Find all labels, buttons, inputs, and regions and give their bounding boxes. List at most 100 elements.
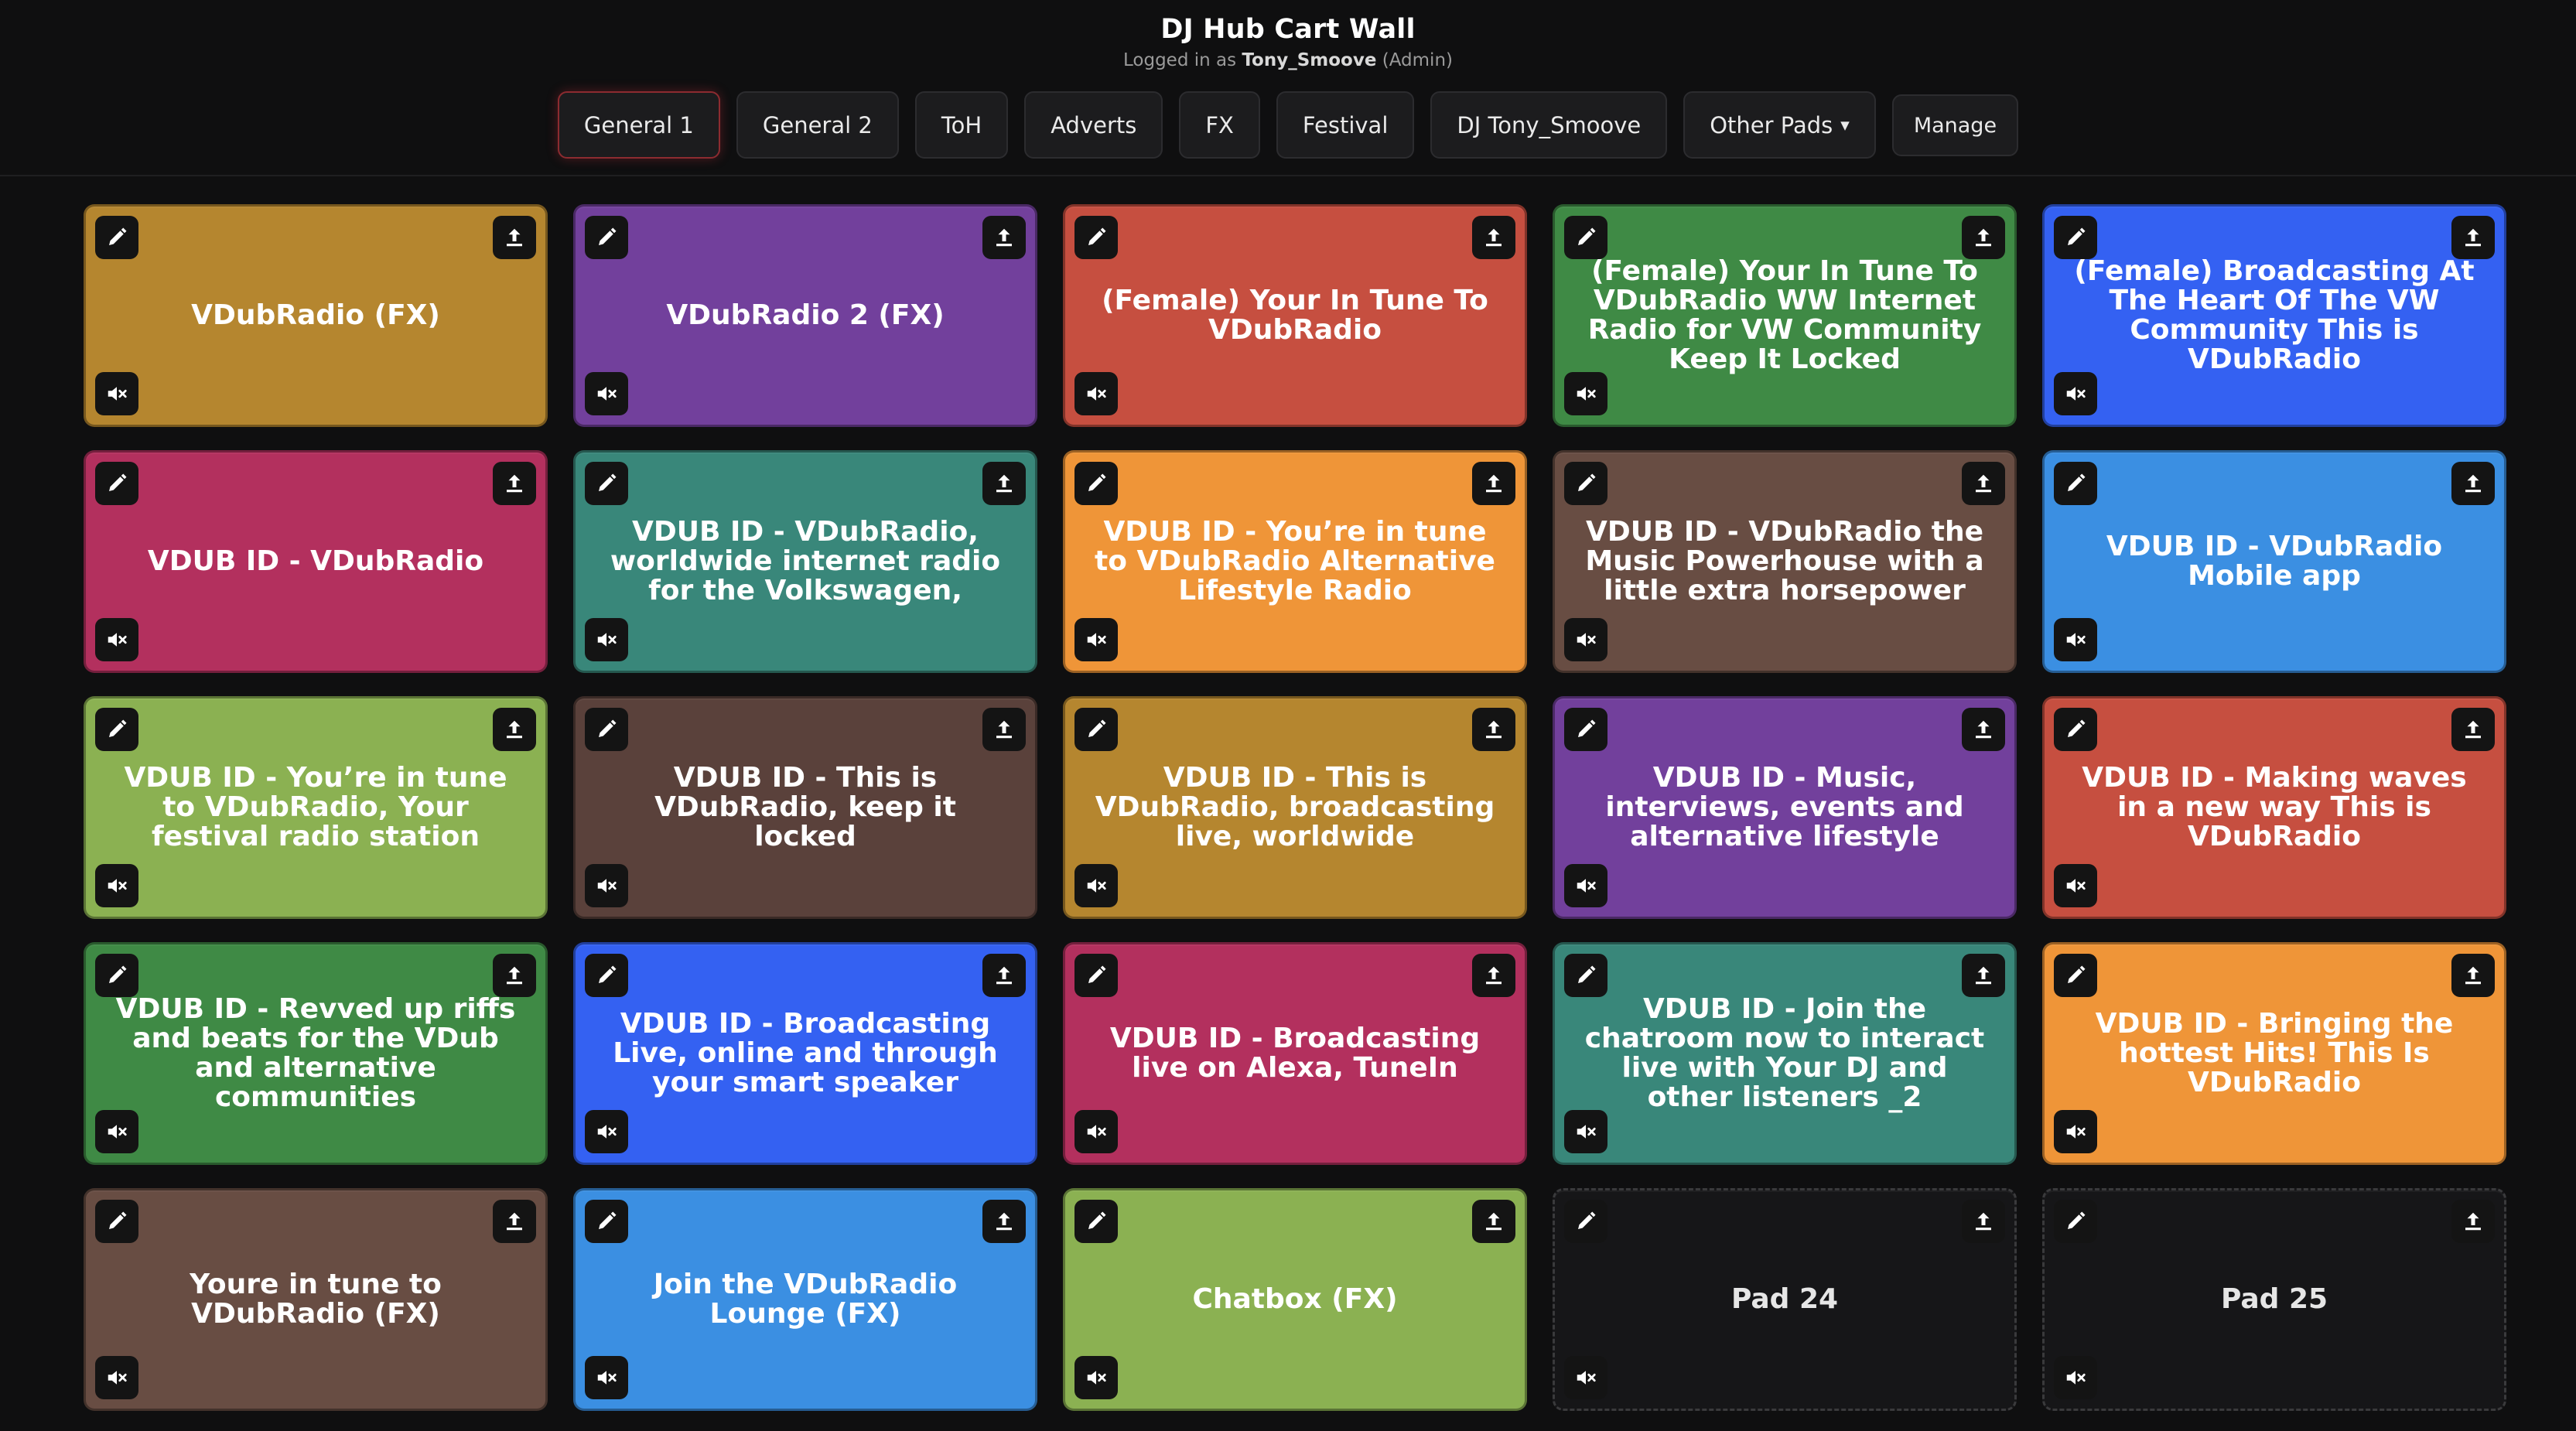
pencil-button[interactable] xyxy=(2054,954,2097,997)
pencil-button[interactable] xyxy=(1564,708,1607,751)
mute-button[interactable] xyxy=(2054,864,2097,907)
cart-pad[interactable]: Pad 24 xyxy=(1553,1188,2017,1411)
pencil-button[interactable] xyxy=(1564,462,1607,505)
upload-button[interactable] xyxy=(493,1200,536,1243)
mute-button[interactable] xyxy=(2054,1356,2097,1399)
pencil-button[interactable] xyxy=(1074,462,1118,505)
cart-pad[interactable]: VDUB ID - Bringing the hottest Hits! Thi… xyxy=(2042,942,2506,1165)
tab-general-1[interactable]: General 1 xyxy=(557,91,720,159)
upload-button[interactable] xyxy=(1472,216,1515,259)
cart-pad[interactable]: Pad 25 xyxy=(2042,1188,2506,1411)
pencil-button[interactable] xyxy=(1564,954,1607,997)
cart-pad[interactable]: VDUB ID - You’re in tune to VDubRadio, Y… xyxy=(84,696,548,919)
manage-button[interactable]: Manage xyxy=(1891,94,2019,156)
upload-button[interactable] xyxy=(493,216,536,259)
tab-festival[interactable]: Festival xyxy=(1276,91,1415,159)
pencil-button[interactable] xyxy=(585,708,628,751)
mute-button[interactable] xyxy=(1074,1110,1118,1153)
cart-pad[interactable]: (Female) Your In Tune To VDubRadio xyxy=(1063,204,1527,427)
pencil-button[interactable] xyxy=(95,216,138,259)
upload-button[interactable] xyxy=(982,708,1026,751)
mute-button[interactable] xyxy=(2054,372,2097,415)
pencil-button[interactable] xyxy=(1564,216,1607,259)
upload-button[interactable] xyxy=(1472,708,1515,751)
upload-button[interactable] xyxy=(493,708,536,751)
cart-pad[interactable]: VDUB ID - Music, interviews, events and … xyxy=(1553,696,2017,919)
pencil-button[interactable] xyxy=(1074,1200,1118,1243)
pencil-button[interactable] xyxy=(1074,708,1118,751)
upload-button[interactable] xyxy=(493,954,536,997)
mute-button[interactable] xyxy=(1564,618,1607,661)
upload-button[interactable] xyxy=(982,462,1026,505)
mute-button[interactable] xyxy=(95,372,138,415)
upload-button[interactable] xyxy=(1472,954,1515,997)
mute-button[interactable] xyxy=(1564,1110,1607,1153)
mute-button[interactable] xyxy=(1564,1356,1607,1399)
pencil-button[interactable] xyxy=(95,954,138,997)
upload-button[interactable] xyxy=(2451,708,2495,751)
mute-button[interactable] xyxy=(1564,864,1607,907)
pencil-button[interactable] xyxy=(2054,708,2097,751)
cart-pad[interactable]: VDUB ID - This is VDubRadio, broadcastin… xyxy=(1063,696,1527,919)
cart-pad[interactable]: VDUB ID - Revved up riffs and beats for … xyxy=(84,942,548,1165)
upload-button[interactable] xyxy=(1962,462,2005,505)
tab-fx[interactable]: FX xyxy=(1179,91,1260,159)
cart-pad[interactable]: Join the VDubRadio Lounge (FX) xyxy=(573,1188,1037,1411)
upload-button[interactable] xyxy=(1962,708,2005,751)
mute-button[interactable] xyxy=(585,864,628,907)
upload-button[interactable] xyxy=(982,216,1026,259)
mute-button[interactable] xyxy=(585,618,628,661)
pencil-button[interactable] xyxy=(95,462,138,505)
mute-button[interactable] xyxy=(585,1356,628,1399)
mute-button[interactable] xyxy=(95,1356,138,1399)
mute-button[interactable] xyxy=(1074,618,1118,661)
mute-button[interactable] xyxy=(1564,372,1607,415)
other-pads-dropdown[interactable]: Other Pads ▼ xyxy=(1683,91,1876,159)
mute-button[interactable] xyxy=(2054,618,2097,661)
cart-pad[interactable]: VDUB ID - VDubRadio the Music Powerhouse… xyxy=(1553,450,2017,673)
pencil-button[interactable] xyxy=(585,462,628,505)
cart-pad[interactable]: VDUB ID - You’re in tune to VDubRadio Al… xyxy=(1063,450,1527,673)
mute-button[interactable] xyxy=(585,1110,628,1153)
mute-button[interactable] xyxy=(95,864,138,907)
cart-pad[interactable]: VDUB ID - Making waves in a new way This… xyxy=(2042,696,2506,919)
cart-pad[interactable]: VDubRadio 2 (FX) xyxy=(573,204,1037,427)
cart-pad[interactable]: VDUB ID - This is VDubRadio, keep it loc… xyxy=(573,696,1037,919)
pencil-button[interactable] xyxy=(585,216,628,259)
upload-button[interactable] xyxy=(493,462,536,505)
upload-button[interactable] xyxy=(2451,462,2495,505)
cart-pad[interactable]: VDUB ID - Broadcasting Live, online and … xyxy=(573,942,1037,1165)
pencil-button[interactable] xyxy=(585,1200,628,1243)
mute-button[interactable] xyxy=(2054,1110,2097,1153)
cart-pad[interactable]: VDubRadio (FX) xyxy=(84,204,548,427)
pencil-button[interactable] xyxy=(2054,462,2097,505)
cart-pad[interactable]: VDUB ID - Broadcasting live on Alexa, Tu… xyxy=(1063,942,1527,1165)
upload-button[interactable] xyxy=(2451,954,2495,997)
cart-pad[interactable]: (Female) Your In Tune To VDubRadio WW In… xyxy=(1553,204,2017,427)
upload-button[interactable] xyxy=(982,1200,1026,1243)
upload-button[interactable] xyxy=(1472,1200,1515,1243)
upload-button[interactable] xyxy=(1962,1200,2005,1243)
upload-button[interactable] xyxy=(2451,1200,2495,1243)
tab-general-2[interactable]: General 2 xyxy=(736,91,899,159)
upload-button[interactable] xyxy=(1472,462,1515,505)
pencil-button[interactable] xyxy=(1564,1200,1607,1243)
mute-button[interactable] xyxy=(1074,1356,1118,1399)
upload-button[interactable] xyxy=(2451,216,2495,259)
tab-adverts[interactable]: Adverts xyxy=(1024,91,1163,159)
tab-dj-tony-smoove[interactable]: DJ Tony_Smoove xyxy=(1430,91,1668,159)
mute-button[interactable] xyxy=(95,618,138,661)
cart-pad[interactable]: Youre in tune to VDubRadio (FX) xyxy=(84,1188,548,1411)
cart-pad[interactable]: VDUB ID - VDubRadio xyxy=(84,450,548,673)
pencil-button[interactable] xyxy=(1074,216,1118,259)
mute-button[interactable] xyxy=(1074,864,1118,907)
cart-pad[interactable]: VDUB ID - VDubRadio, worldwide internet … xyxy=(573,450,1037,673)
pencil-button[interactable] xyxy=(95,708,138,751)
mute-button[interactable] xyxy=(1074,372,1118,415)
upload-button[interactable] xyxy=(982,954,1026,997)
upload-button[interactable] xyxy=(1962,954,2005,997)
pencil-button[interactable] xyxy=(1074,954,1118,997)
cart-pad[interactable]: Chatbox (FX) xyxy=(1063,1188,1527,1411)
pencil-button[interactable] xyxy=(95,1200,138,1243)
pencil-button[interactable] xyxy=(585,954,628,997)
